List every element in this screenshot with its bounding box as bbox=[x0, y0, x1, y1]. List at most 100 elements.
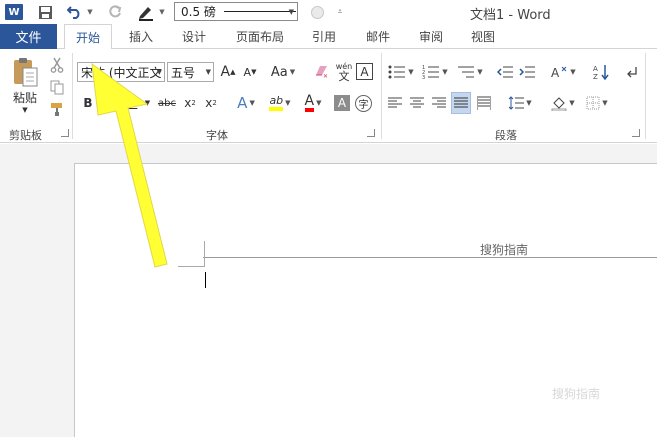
font-size-select[interactable]: 五号 ▼ bbox=[167, 62, 214, 82]
svg-text:A: A bbox=[593, 65, 598, 73]
align-right-icon[interactable] bbox=[430, 93, 448, 113]
paragraph-group-label: 段落 bbox=[495, 129, 517, 142]
distributed-icon[interactable] bbox=[475, 93, 493, 113]
chevron-down-icon: ▼ bbox=[288, 7, 294, 16]
asian-layout-button[interactable]: A ▼ bbox=[548, 62, 578, 82]
tab-references[interactable]: 引用 bbox=[304, 24, 344, 49]
justify-icon[interactable] bbox=[451, 92, 471, 114]
svg-text:Z: Z bbox=[593, 73, 598, 80]
font-name-select[interactable]: 宋体 (中文正文 ▼ bbox=[77, 62, 165, 82]
bullets-button[interactable]: ▼ bbox=[386, 62, 416, 82]
undo-dropdown-icon[interactable]: ▼ bbox=[86, 3, 94, 21]
customize-qat-icon[interactable]: ⩡ bbox=[335, 3, 345, 21]
text-cursor bbox=[205, 272, 206, 288]
numbering-button[interactable]: 1 2 3 ▼ bbox=[420, 62, 450, 82]
phonetic-bottom: 文 bbox=[338, 70, 350, 83]
svg-text:✕: ✕ bbox=[323, 73, 328, 79]
font-group-label: 字体 bbox=[206, 129, 228, 142]
save-icon[interactable] bbox=[37, 3, 53, 21]
text-effects-button[interactable]: A ▼ bbox=[232, 93, 260, 113]
tab-review[interactable]: 审阅 bbox=[411, 24, 451, 49]
paragraph-launcher-icon[interactable] bbox=[632, 129, 640, 137]
format-painter-icon[interactable] bbox=[48, 100, 66, 118]
superscript-button[interactable]: x2 bbox=[203, 94, 219, 112]
window-title: 文档1 - Word bbox=[470, 8, 551, 23]
grow-font-button[interactable]: A ▲ bbox=[219, 62, 237, 82]
chevron-down-icon: ▼ bbox=[156, 68, 162, 76]
line-spacing-button[interactable]: ▼ bbox=[505, 93, 535, 113]
shape-fill-icon[interactable] bbox=[310, 3, 324, 21]
line-weight-value: 0.5 磅 bbox=[181, 5, 216, 19]
undo-icon[interactable] bbox=[66, 3, 84, 21]
font-color-icon: A bbox=[304, 94, 315, 112]
multilevel-list-button[interactable]: ▼ bbox=[454, 62, 486, 82]
cut-icon[interactable] bbox=[48, 56, 66, 74]
underline-dropdown-icon[interactable]: ▼ bbox=[143, 94, 152, 112]
show-marks-icon[interactable] bbox=[624, 62, 640, 82]
strikethrough-button[interactable]: abc bbox=[156, 94, 178, 112]
shading-button[interactable]: ▼ bbox=[548, 93, 578, 113]
tab-view[interactable]: 视图 bbox=[463, 24, 503, 49]
character-shading-button[interactable]: A bbox=[334, 95, 350, 111]
highlight-button[interactable]: ab ▼ bbox=[265, 93, 295, 113]
font-name-value: 宋体 (中文正文 bbox=[81, 65, 162, 80]
group-divider bbox=[72, 53, 73, 139]
character-border-button[interactable]: A bbox=[356, 63, 373, 80]
change-case-button[interactable]: Aa ▼ bbox=[268, 62, 298, 82]
svg-text:A: A bbox=[551, 66, 560, 79]
paste-dropdown-icon[interactable]: ▼ bbox=[18, 105, 32, 115]
font-color-button[interactable]: A ▼ bbox=[299, 93, 327, 113]
svg-text:3: 3 bbox=[422, 75, 425, 79]
ribbon-home: 粘贴 ▼ 剪贴板 宋体 (中文正文 ▼ 五号 ▼ A ▲ A ▼ Aa ▼ ✕ wén… bbox=[0, 49, 657, 143]
header-text[interactable]: 搜狗指南 bbox=[480, 241, 528, 258]
clipboard-launcher-icon[interactable] bbox=[61, 129, 69, 137]
phonetic-guide-button[interactable]: wén 文 bbox=[334, 60, 354, 84]
superscript-icon: x bbox=[205, 96, 213, 110]
group-divider bbox=[381, 53, 382, 139]
font-size-value: 五号 bbox=[171, 65, 196, 80]
clear-formatting-icon[interactable]: ✕ bbox=[313, 62, 331, 82]
sort-icon[interactable]: AZ bbox=[592, 62, 610, 82]
tab-mailings[interactable]: 邮件 bbox=[358, 24, 398, 49]
line-weight-select[interactable]: 0.5 磅 ▼ bbox=[174, 2, 298, 21]
increase-indent-icon[interactable] bbox=[518, 62, 536, 82]
subscript-button[interactable]: x2 bbox=[182, 94, 198, 112]
borders-button[interactable]: ▼ bbox=[582, 93, 612, 113]
font-launcher-icon[interactable] bbox=[367, 129, 375, 137]
chevron-down-icon: ▼ bbox=[205, 68, 211, 76]
align-center-icon[interactable] bbox=[408, 93, 426, 113]
subscript-icon: x bbox=[184, 96, 192, 110]
tab-page-layout[interactable]: 页面布局 bbox=[229, 24, 291, 49]
text-effects-icon: A bbox=[237, 94, 248, 112]
tab-insert[interactable]: 插入 bbox=[121, 24, 161, 49]
group-divider bbox=[645, 53, 646, 139]
watermark-text: 搜狗指南 bbox=[552, 387, 601, 401]
pen-dropdown-icon[interactable]: ▼ bbox=[158, 3, 166, 21]
grow-font-icon: A bbox=[220, 64, 231, 80]
align-left-icon[interactable] bbox=[386, 93, 404, 113]
pen-color-icon[interactable] bbox=[137, 3, 155, 21]
clipboard-group-label: 剪贴板 bbox=[9, 129, 42, 142]
ribbon-tabs: 文件 开始 插入 设计 页面布局 引用 邮件 审阅 视图 bbox=[0, 24, 657, 50]
copy-icon[interactable] bbox=[48, 78, 66, 96]
tab-file[interactable]: 文件 bbox=[0, 24, 57, 49]
italic-button[interactable]: I bbox=[103, 94, 121, 112]
highlight-icon: ab bbox=[269, 95, 284, 111]
tab-home[interactable]: 开始 bbox=[64, 24, 112, 50]
shrink-font-icon: A bbox=[243, 65, 252, 79]
underline-button[interactable]: U bbox=[124, 94, 142, 112]
redo-icon[interactable] bbox=[107, 3, 123, 21]
change-case-icon: Aa bbox=[270, 64, 288, 80]
shrink-font-button[interactable]: A ▼ bbox=[241, 62, 259, 82]
decrease-indent-icon[interactable] bbox=[496, 62, 514, 82]
margin-corner-mark bbox=[204, 241, 205, 267]
bold-button[interactable]: B bbox=[79, 94, 97, 112]
paste-icon[interactable] bbox=[8, 55, 42, 89]
line-preview bbox=[223, 11, 296, 12]
quick-access-toolbar: W ▼ ▼ 0.5 磅 ▼ ⩡ 文档1 - Word bbox=[0, 0, 657, 24]
margin-corner-mark bbox=[178, 266, 205, 267]
paste-label[interactable]: 粘贴 bbox=[8, 89, 42, 105]
tab-design[interactable]: 设计 bbox=[174, 24, 214, 49]
enclose-characters-button[interactable]: 字 bbox=[355, 95, 372, 112]
word-app-icon[interactable]: W bbox=[5, 4, 23, 20]
